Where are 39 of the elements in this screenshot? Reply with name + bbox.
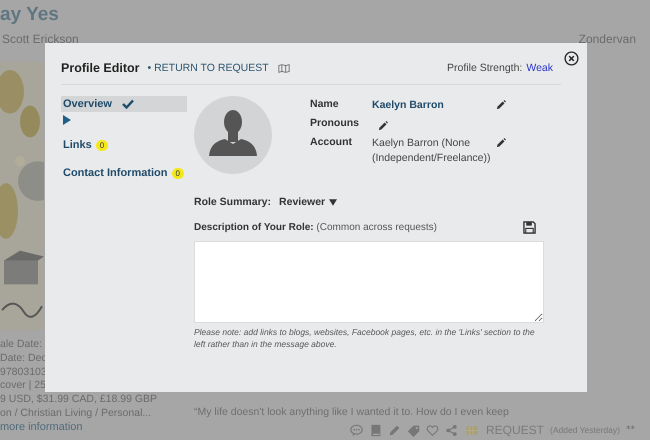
more-marker: **: [626, 425, 635, 435]
nav-item[interactable]: Overview: [61, 96, 187, 112]
book-title: ay Yes: [0, 4, 60, 27]
grid-icon: [464, 424, 480, 436]
nav-item[interactable]: Links 0: [61, 137, 187, 153]
play-icon[interactable]: [63, 115, 71, 125]
pencil-icon[interactable]: [496, 100, 506, 110]
strength-value-link[interactable]: Weak: [526, 62, 553, 74]
field-label: Pronouns: [310, 117, 360, 129]
return-to-request-link[interactable]: • RETURN TO REQUEST: [147, 62, 269, 74]
author-name: Scott Erickson: [2, 32, 79, 46]
role-summary-label: Role Summary:: [194, 196, 272, 208]
book-detail: cover | 25: [0, 379, 47, 394]
caret-icon: [329, 198, 338, 206]
account-value: Kaelyn Barron (None (Independent/Freelance)): [372, 136, 492, 166]
strength-label: Profile Strength:: [447, 62, 522, 74]
field-label: Name: [310, 98, 340, 110]
book-detail: ale Date:: [0, 338, 44, 352]
field-label: Account: [310, 136, 353, 148]
role-dropdown[interactable]: Reviewer: [279, 196, 338, 208]
nav-item[interactable]: Contact Information 0: [61, 165, 187, 181]
publisher-name: Zondervan: [578, 32, 636, 46]
dialog-title: Profile Editor: [61, 61, 140, 75]
note-text: Please note: add links to blogs, websites, Facebook pages, etc. in the 'Links' section to the left rather than in the message above.: [194, 326, 536, 350]
book-detail: 9 USD, $31.99 CAD, £18.99 GBP: [0, 393, 158, 407]
book-detail: 97803103: [0, 366, 48, 380]
pencil-icon[interactable]: [378, 121, 388, 131]
description-field[interactable]: [194, 241, 544, 323]
book-detail: on / Christian Living / Personal...: [0, 406, 152, 421]
book-quote: “My life doesn't look anything like I wanted it to. How do I even keep: [194, 406, 510, 418]
avatar-icon: [194, 96, 272, 174]
save-icon[interactable]: [523, 221, 536, 234]
count-badge: 0: [172, 168, 184, 178]
name-link[interactable]: Kaelyn Barron: [372, 98, 492, 113]
map-icon[interactable]: [278, 64, 290, 72]
pencil-icon[interactable]: [496, 138, 506, 148]
count-badge: 0: [96, 140, 108, 150]
close-icon[interactable]: [564, 51, 579, 66]
description-label: Description of Your Role: (Common across requests): [194, 222, 438, 233]
